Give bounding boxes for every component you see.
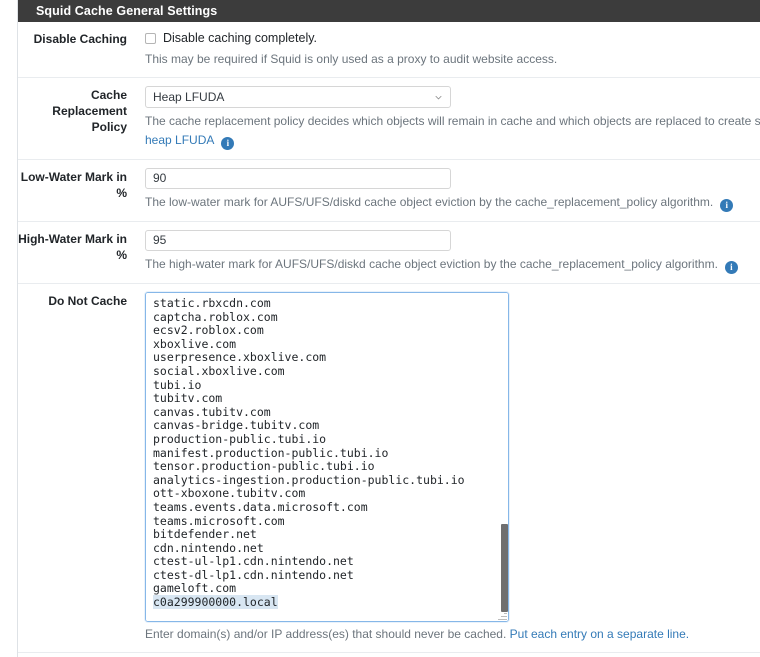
do-not-cache-line: captcha.roblox.com bbox=[153, 311, 492, 325]
cache-replacement-policy-select[interactable]: Heap LFUDA bbox=[145, 86, 451, 108]
info-icon[interactable]: i bbox=[720, 199, 733, 212]
info-icon[interactable]: i bbox=[725, 261, 738, 274]
do-not-cache-line: cdn.nintendo.net bbox=[153, 542, 492, 556]
do-not-cache-line: social.xboxlive.com bbox=[153, 365, 492, 379]
do-not-cache-line: canvas-bridge.tubitv.com bbox=[153, 419, 492, 433]
disable-caching-checkbox[interactable] bbox=[145, 33, 156, 44]
row-enable-offline-mode: Enable Offline Mode Enable this option a… bbox=[18, 653, 760, 657]
do-not-cache-line: xboxlive.com bbox=[153, 338, 492, 352]
do-not-cache-line: teams.events.data.microsoft.com bbox=[153, 501, 492, 515]
do-not-cache-line: teams.microsoft.com bbox=[153, 515, 492, 529]
do-not-cache-help-text: Enter domain(s) and/or IP address(es) th… bbox=[145, 627, 510, 641]
do-not-cache-line: userpresence.xboxlive.com bbox=[153, 351, 492, 365]
do-not-cache-help: Enter domain(s) and/or IP address(es) th… bbox=[145, 626, 760, 643]
do-not-cache-line: ecsv2.roblox.com bbox=[153, 324, 492, 338]
disable-caching-help: This may be required if Squid is only us… bbox=[145, 51, 760, 68]
do-not-cache-line: tubitv.com bbox=[153, 392, 492, 406]
field-disable-caching: Disable caching completely. This may be … bbox=[127, 30, 760, 68]
high-water-mark-help-text: The high-water mark for AUFS/UFS/diskd c… bbox=[145, 257, 718, 271]
low-water-mark-help-text: The low-water mark for AUFS/UFS/diskd ca… bbox=[145, 195, 713, 209]
field-high-water-mark: The high-water mark for AUFS/UFS/diskd c… bbox=[127, 230, 760, 274]
settings-page: Squid Cache General Settings Disable Cac… bbox=[0, 0, 760, 657]
label-do-not-cache: Do Not Cache bbox=[18, 292, 127, 309]
label-high-water-mark: High-Water Mark in % bbox=[18, 230, 127, 263]
do-not-cache-help-link[interactable]: Put each entry on a separate line. bbox=[510, 627, 689, 641]
do-not-cache-line: tubi.io bbox=[153, 379, 492, 393]
do-not-cache-line: ott-xboxone.tubitv.com bbox=[153, 487, 492, 501]
high-water-mark-help: The high-water mark for AUFS/UFS/diskd c… bbox=[145, 256, 760, 274]
field-low-water-mark: The low-water mark for AUFS/UFS/diskd ca… bbox=[127, 168, 760, 212]
do-not-cache-line: gameloft.com bbox=[153, 582, 492, 596]
do-not-cache-line: static.rbxcdn.com bbox=[153, 297, 492, 311]
row-disable-caching: Disable Caching Disable caching complete… bbox=[18, 22, 760, 78]
do-not-cache-line: analytics-ingestion.production-public.tu… bbox=[153, 474, 492, 488]
page-left-gutter bbox=[0, 0, 18, 657]
cache-replacement-policy-default-link[interactable]: heap LFUDA bbox=[145, 133, 214, 147]
do-not-cache-line: bitdefender.net bbox=[153, 528, 492, 542]
row-cache-replacement-policy: Cache Replacement Policy Heap LFUDA The … bbox=[18, 78, 760, 160]
disable-caching-checkbox-label: Disable caching completely. bbox=[163, 30, 317, 46]
squid-cache-settings-panel: Squid Cache General Settings Disable Cac… bbox=[18, 0, 760, 657]
low-water-mark-help: The low-water mark for AUFS/UFS/diskd ca… bbox=[145, 194, 760, 212]
cache-replacement-policy-help-line2: heap LFUDA i bbox=[145, 132, 760, 150]
do-not-cache-text-layer: static.rbxcdn.comcaptcha.roblox.comecsv2… bbox=[146, 293, 508, 621]
row-low-water-mark: Low-Water Mark in % The low-water mark f… bbox=[18, 160, 760, 222]
do-not-cache-line: ctest-ul-lp1.cdn.nintendo.net bbox=[153, 555, 492, 569]
row-do-not-cache: Do Not Cache static.rbxcdn.comcaptcha.ro… bbox=[18, 284, 760, 653]
do-not-cache-textarea-wrap: static.rbxcdn.comcaptcha.roblox.comecsv2… bbox=[145, 292, 509, 622]
high-water-mark-input[interactable] bbox=[145, 230, 451, 251]
do-not-cache-line: tensor.production-public.tubi.io bbox=[153, 460, 492, 474]
label-cache-replacement-policy-line1: Cache Replacement bbox=[18, 87, 127, 119]
label-cache-replacement-policy-line2: Policy bbox=[18, 119, 127, 135]
low-water-mark-input[interactable] bbox=[145, 168, 451, 189]
panel-title: Squid Cache General Settings bbox=[18, 0, 760, 22]
label-low-water-mark: Low-Water Mark in % bbox=[18, 168, 127, 201]
label-disable-caching: Disable Caching bbox=[18, 30, 127, 47]
cache-replacement-policy-help: The cache replacement policy decides whi… bbox=[145, 113, 760, 130]
info-icon[interactable]: i bbox=[221, 137, 234, 150]
do-not-cache-line: manifest.production-public.tubi.io bbox=[153, 447, 492, 461]
field-do-not-cache: static.rbxcdn.comcaptcha.roblox.comecsv2… bbox=[127, 292, 760, 643]
cache-replacement-policy-help-text: The cache replacement policy decides whi… bbox=[145, 114, 760, 128]
do-not-cache-line: ctest-dl-lp1.cdn.nintendo.net bbox=[153, 569, 492, 583]
do-not-cache-line: production-public.tubi.io bbox=[153, 433, 492, 447]
label-cache-replacement-policy: Cache Replacement Policy bbox=[18, 86, 127, 135]
do-not-cache-line: c0a299900000.local bbox=[153, 596, 492, 610]
do-not-cache-line: canvas.tubitv.com bbox=[153, 406, 492, 420]
row-high-water-mark: High-Water Mark in % The high-water mark… bbox=[18, 222, 760, 284]
disable-caching-checkbox-row[interactable]: Disable caching completely. bbox=[145, 30, 760, 46]
field-cache-replacement-policy: Heap LFUDA The cache replacement policy … bbox=[127, 86, 760, 150]
cache-replacement-policy-select-wrap: Heap LFUDA bbox=[145, 86, 451, 108]
